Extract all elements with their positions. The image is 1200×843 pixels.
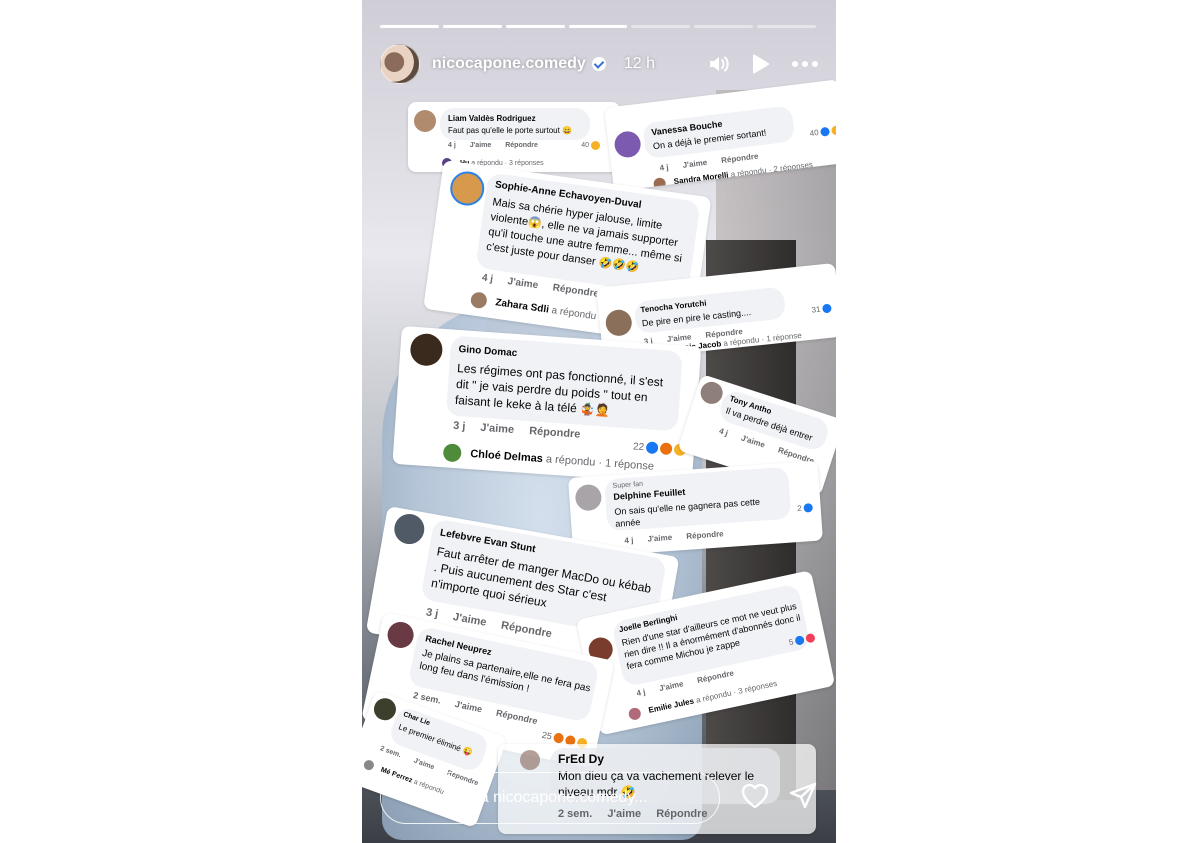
reaction-count: 2: [796, 503, 802, 514]
speaker-icon[interactable]: [708, 54, 730, 74]
avatar: [574, 483, 603, 512]
reaction-count: 22: [632, 440, 645, 453]
avatar: [385, 619, 417, 651]
comment-author: Liam Valdès Rodriguez: [448, 114, 536, 123]
comment-time: 2 sem.: [412, 690, 442, 706]
story-progress: [380, 25, 817, 28]
avatar: [414, 110, 436, 132]
comment-time: 4 j: [448, 142, 456, 149]
haha-reaction-icon: [830, 125, 836, 136]
heart-icon[interactable]: [740, 782, 770, 815]
like-button[interactable]: J'aime: [507, 276, 539, 291]
reply-button[interactable]: Répondre: [696, 668, 734, 685]
haha-reaction-icon: [591, 141, 600, 150]
story-viewer: nicocapone.comedy 12 h Liam Valdès Rodri…: [362, 0, 836, 843]
reply-author: Chloé Delmas: [469, 447, 544, 466]
reply-count: · 3 réponses: [732, 678, 778, 697]
progress-segment: [757, 25, 817, 28]
avatar: [613, 129, 643, 159]
reply-button[interactable]: Répondre: [500, 620, 553, 641]
reply-button[interactable]: Répondre: [529, 425, 581, 441]
reply-button[interactable]: Répondre: [721, 152, 759, 165]
reply-button[interactable]: Répondre: [505, 142, 538, 149]
reaction-summary: 40: [809, 125, 836, 138]
like-button[interactable]: J'aime: [480, 422, 515, 436]
like-button[interactable]: J'aime: [647, 533, 672, 544]
verified-badge-icon: [591, 57, 606, 71]
avatar[interactable]: [380, 44, 420, 84]
like-button[interactable]: J'aime: [452, 611, 487, 629]
reply-count: · 1 réponse: [597, 456, 655, 473]
reaction-count: 31: [811, 304, 821, 315]
love-reaction-icon: [805, 632, 816, 644]
progress-segment: [568, 25, 628, 28]
comment-text: Faut pas qu'elle le porte surtout 😄: [448, 126, 572, 135]
comment-card: Liam Valdès Rodriguez Faut pas qu'elle l…: [408, 102, 620, 172]
progress-segment: [380, 25, 439, 28]
avatar: [604, 308, 634, 338]
story-header: nicocapone.comedy 12 h: [380, 44, 818, 84]
avatar: [469, 291, 488, 310]
avatar: [409, 332, 444, 367]
send-icon[interactable]: [788, 782, 818, 815]
reply-action: a répondu: [545, 453, 596, 469]
comment-time: 4 j: [717, 426, 730, 438]
reaction-count: 40: [809, 128, 820, 139]
reply-button[interactable]: Répondre: [552, 282, 600, 299]
avatar: [391, 511, 427, 547]
comment-author: FrEd Dy: [558, 752, 605, 766]
like-reaction-icon: [645, 441, 659, 455]
progress-segment: [505, 25, 565, 28]
reply-button[interactable]: Répondre: [686, 529, 724, 541]
reply-bar: [380, 771, 818, 825]
username[interactable]: nicocapone.comedy: [432, 55, 586, 73]
angry-reaction-icon: [552, 732, 565, 744]
avatar: [627, 706, 642, 721]
reaction-count: 5: [787, 637, 795, 648]
reply-input[interactable]: [380, 772, 720, 824]
comment-time: 4 j: [624, 535, 634, 546]
avatar: [362, 758, 376, 772]
like-button[interactable]: J'aime: [470, 142, 492, 149]
comment-bubble: [440, 108, 590, 140]
like-button[interactable]: J'aime: [454, 699, 483, 715]
comment-card: Gino Domac Les régimes ont pas fonctionn…: [392, 326, 702, 485]
reaction-summary: 31: [811, 303, 832, 315]
reply-action: a répondu: [550, 305, 597, 323]
progress-segment: [631, 25, 691, 28]
reaction-summary: 2: [797, 503, 813, 513]
avatar: [520, 750, 540, 770]
reply-author: Zahara Sdli: [494, 297, 550, 316]
comment-time: 3 j: [425, 606, 440, 621]
comment-time: 4 j: [481, 272, 494, 285]
comment-time: 4 j: [635, 687, 647, 698]
like-button[interactable]: J'aime: [682, 158, 708, 170]
angry-reaction-icon: [659, 442, 673, 456]
progress-segment: [442, 25, 502, 28]
like-button[interactable]: J'aime: [740, 434, 766, 450]
more-icon[interactable]: [792, 61, 818, 67]
progress-segment: [694, 25, 754, 28]
avatar: [652, 177, 667, 191]
comment-time: 4 j: [659, 162, 670, 173]
reply-action: a répondu: [695, 688, 733, 705]
reaction-count: 25: [540, 729, 553, 742]
like-reaction-icon: [820, 126, 831, 137]
reply-author: Emilie Jules: [647, 696, 695, 715]
avatar: [442, 443, 462, 463]
like-reaction-icon: [794, 635, 805, 646]
like-reaction-icon: [803, 503, 813, 513]
reaction-summary: 40: [581, 141, 600, 150]
avatar: [448, 169, 487, 208]
reply-count: · 3 réponses: [504, 159, 544, 167]
comment-time: 3 j: [452, 419, 466, 433]
reaction-count: 40: [581, 142, 589, 149]
comment-time: 2 sem.: [379, 745, 402, 760]
like-button[interactable]: J'aime: [658, 679, 684, 693]
like-button[interactable]: J'aime: [413, 757, 436, 771]
like-reaction-icon: [821, 303, 832, 314]
story-time: 12 h: [623, 55, 655, 72]
play-icon[interactable]: [752, 54, 770, 74]
